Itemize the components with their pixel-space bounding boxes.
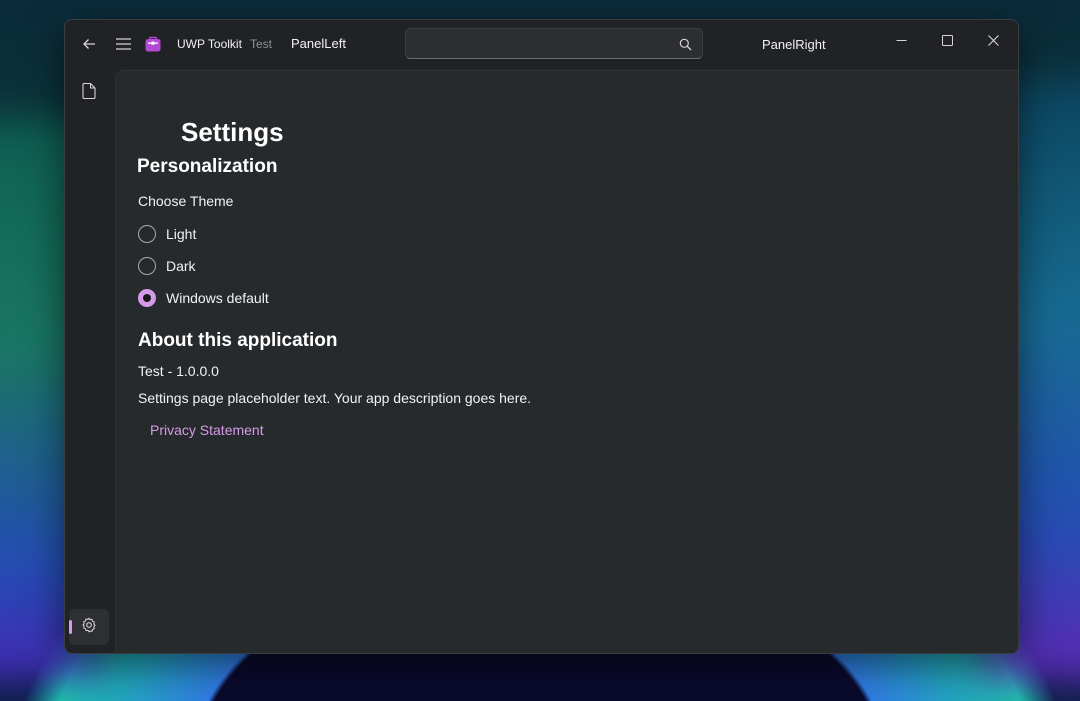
personalization-heading: Personalization (137, 156, 278, 177)
app-window: UWP Toolkit Test PanelLeft PanelRight Se… (64, 19, 1019, 654)
radio-circle[interactable] (138, 225, 156, 243)
navigation-pane (65, 70, 115, 653)
settings-page: Settings Personalization Choose Theme Li… (115, 70, 1018, 653)
page-title: Settings (181, 117, 284, 147)
app-subtitle: Test (250, 37, 273, 51)
radio-label: Light (166, 226, 197, 242)
radio-label: Dark (166, 258, 196, 274)
title-bar: UWP Toolkit Test PanelLeft PanelRight (65, 20, 1018, 70)
app-version: Test - 1.0.0.0 (138, 363, 219, 379)
radio-circle[interactable] (138, 257, 156, 275)
radio-circle[interactable] (138, 289, 156, 307)
about-heading: About this application (138, 330, 338, 351)
toolbox-icon (145, 36, 161, 52)
app-title: UWP Toolkit (177, 37, 242, 51)
radio-label: Windows default (166, 290, 269, 306)
document-icon (82, 82, 96, 103)
theme-label: Choose Theme (138, 193, 234, 209)
panel-right-label: PanelRight (762, 37, 826, 52)
gear-icon (81, 617, 97, 637)
maximize-icon[interactable] (927, 26, 967, 54)
panel-left-label: PanelLeft (291, 36, 346, 51)
privacy-statement-link[interactable]: Privacy Statement (150, 422, 264, 438)
back-arrow-icon[interactable] (76, 31, 102, 57)
minimize-icon[interactable] (881, 26, 921, 54)
nav-item-settings[interactable] (69, 609, 109, 645)
search-icon[interactable] (676, 35, 694, 53)
radio-dark[interactable]: Dark (138, 255, 196, 277)
radio-light[interactable]: Light (138, 223, 196, 245)
search-input[interactable] (406, 29, 676, 58)
app-description: Settings page placeholder text. Your app… (138, 390, 532, 406)
close-icon[interactable] (973, 26, 1013, 54)
hamburger-menu-icon[interactable] (110, 31, 136, 57)
selection-indicator (69, 620, 72, 634)
search-box[interactable] (405, 28, 703, 59)
nav-item-document[interactable] (69, 75, 109, 111)
radio-windows-default[interactable]: Windows default (138, 287, 269, 309)
